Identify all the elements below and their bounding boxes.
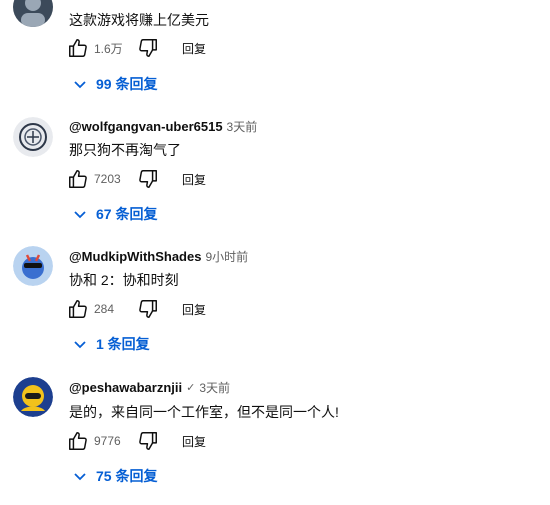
- chevron-down-icon: [72, 76, 88, 92]
- like-button[interactable]: [66, 429, 90, 453]
- verified-check-icon: ✓: [186, 382, 196, 394]
- like-button[interactable]: [66, 297, 90, 321]
- view-replies-button[interactable]: 99 条回复: [72, 74, 157, 94]
- comment-actions: 9776 回复: [66, 429, 206, 453]
- comment-actions: 284 回复: [66, 297, 206, 321]
- avatar[interactable]: [13, 0, 53, 27]
- comment-text: 是的，来自同一个工作室，但不是同一个人!: [69, 404, 339, 420]
- thumbs-down-icon: [139, 300, 157, 318]
- comment-text: 那只狗不再淘气了: [69, 142, 181, 158]
- replies-count: 1 条回复: [96, 336, 150, 352]
- comment-time[interactable]: 9小时前: [205, 248, 248, 265]
- comment-text: 这款游戏将赚上亿美元: [69, 12, 209, 28]
- thumbs-up-icon: [69, 300, 87, 318]
- reply-button[interactable]: 回复: [182, 301, 206, 318]
- comment-author[interactable]: @wolfgangvan-uber6515: [69, 119, 223, 134]
- avatar[interactable]: [13, 377, 53, 417]
- thumbs-up-icon: [69, 39, 87, 57]
- comment-author[interactable]: @MudkipWithShades: [69, 249, 201, 264]
- view-replies-button[interactable]: 67 条回复: [72, 204, 157, 224]
- comment-header: @peshawabarznjii ✓ 3天前: [69, 379, 230, 396]
- thumbs-down-icon: [139, 170, 157, 188]
- thumbs-up-icon: [69, 432, 87, 450]
- replies-count: 67 条回复: [96, 206, 158, 222]
- avatar[interactable]: [13, 117, 53, 157]
- comment-header: @wolfgangvan-uber6515 3天前: [69, 118, 257, 135]
- like-count: 7203: [94, 172, 121, 186]
- view-replies-button[interactable]: 1 条回复: [72, 334, 150, 354]
- like-count: 1.6万: [94, 41, 123, 56]
- chevron-down-icon: [72, 336, 88, 352]
- dislike-button[interactable]: [136, 36, 160, 60]
- dislike-button[interactable]: [136, 297, 160, 321]
- view-replies-button[interactable]: 75 条回复: [72, 466, 157, 486]
- comment-actions: 1.6万 回复: [66, 36, 206, 60]
- replies-count: 75 条回复: [96, 468, 158, 484]
- comment-actions: 7203 回复: [66, 167, 206, 191]
- comment-time[interactable]: 3天前: [199, 379, 230, 396]
- reply-button[interactable]: 回复: [182, 40, 206, 57]
- like-count: 284: [94, 302, 115, 316]
- comment-header: @MudkipWithShades 9小时前: [69, 248, 248, 265]
- like-count: 9776: [94, 434, 121, 448]
- dislike-button[interactable]: [136, 167, 160, 191]
- thumbs-up-icon: [69, 170, 87, 188]
- replies-count: 99 条回复: [96, 76, 158, 92]
- like-button[interactable]: [66, 36, 90, 60]
- comment-author[interactable]: @peshawabarznjii: [69, 380, 182, 395]
- reply-button[interactable]: 回复: [182, 171, 206, 188]
- avatar[interactable]: [13, 246, 53, 286]
- chevron-down-icon: [72, 468, 88, 484]
- thumbs-down-icon: [139, 432, 157, 450]
- comment-time[interactable]: 3天前: [227, 118, 258, 135]
- comment-text: 协和 2：协和时刻: [69, 272, 179, 288]
- reply-button[interactable]: 回复: [182, 433, 206, 450]
- chevron-down-icon: [72, 206, 88, 222]
- dislike-button[interactable]: [136, 429, 160, 453]
- like-button[interactable]: [66, 167, 90, 191]
- thumbs-down-icon: [139, 39, 157, 57]
